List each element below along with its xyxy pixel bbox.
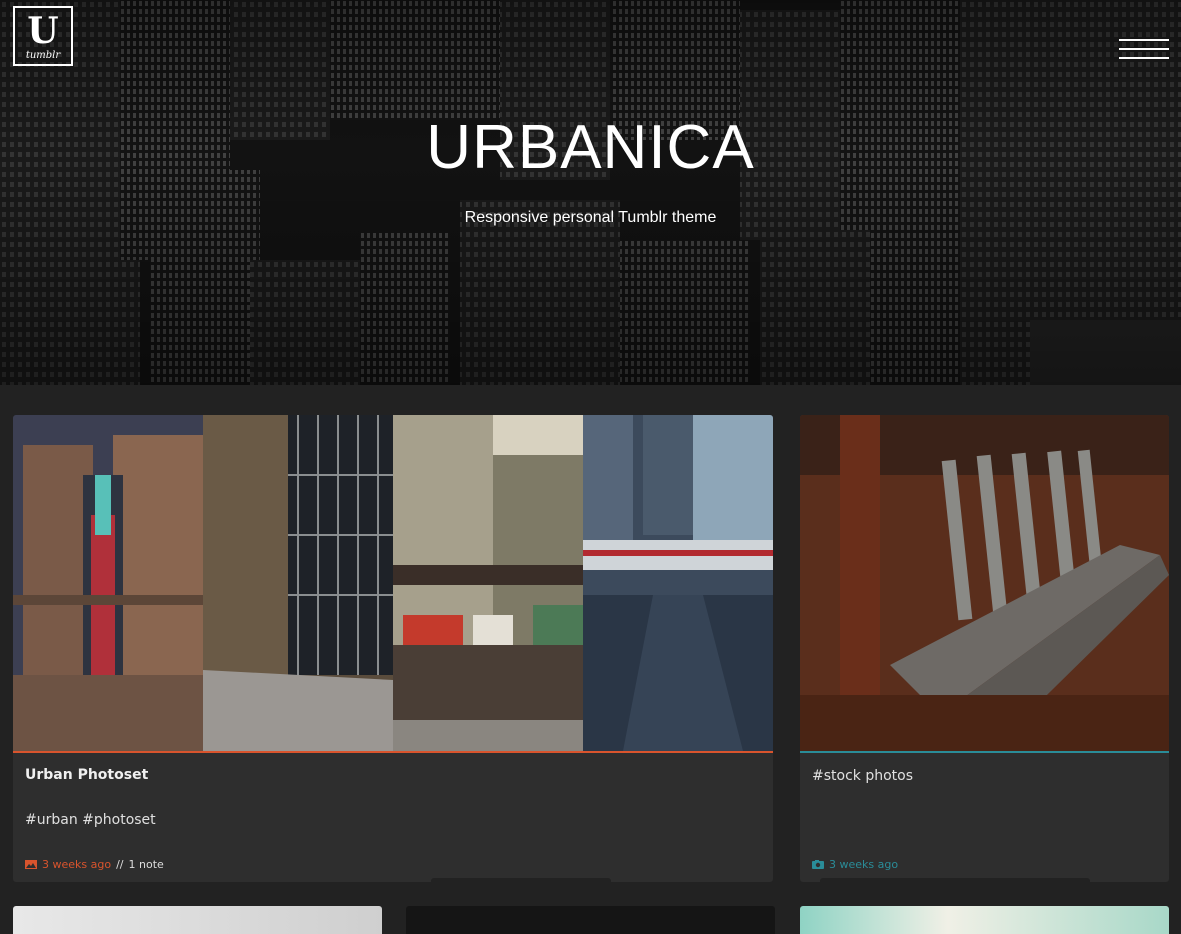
- post-accent-line: [13, 751, 773, 753]
- hero-header: U tumblr URBANICA Responsive personal Tu…: [0, 0, 1181, 385]
- hero-overlay: [0, 0, 1181, 385]
- post-footer-notch: [820, 878, 1090, 882]
- bench-photo[interactable]: [800, 415, 1169, 751]
- post-preview-1[interactable]: [13, 906, 382, 934]
- post-preview-3[interactable]: [800, 906, 1169, 934]
- site-title[interactable]: URBANICA: [0, 112, 1181, 183]
- post-date-link[interactable]: 3 weeks ago: [42, 858, 111, 871]
- photoset-photo-3[interactable]: [393, 415, 583, 751]
- post-tags[interactable]: #stock photos: [812, 768, 913, 784]
- post-meta: 3 weeks ago: [812, 858, 898, 871]
- post-preview-2[interactable]: [406, 906, 775, 934]
- post-meta: 3 weeks ago // 1 note: [25, 858, 164, 871]
- photoset-gallery: [13, 415, 773, 751]
- photo-icon: [25, 860, 37, 869]
- post-footer-notch: [431, 878, 611, 882]
- post-photo: #stock photos 3 weeks ago: [800, 415, 1169, 882]
- site-description: Responsive personal Tumblr theme: [464, 209, 717, 226]
- photoset-photo-4[interactable]: [583, 415, 773, 751]
- logo-letter: U: [27, 10, 59, 52]
- photoset-photo-2[interactable]: [203, 415, 393, 751]
- post-date-link[interactable]: 3 weeks ago: [829, 858, 898, 871]
- post-title[interactable]: Urban Photoset: [25, 767, 148, 783]
- post-tags[interactable]: #urban #photoset: [25, 812, 156, 828]
- hamburger-menu-icon[interactable]: [1119, 39, 1169, 61]
- logo-caption: tumblr: [25, 50, 61, 61]
- post-accent-line: [800, 751, 1169, 753]
- camera-icon: [812, 860, 824, 869]
- tumblr-logo[interactable]: U tumblr: [13, 6, 73, 66]
- post-photoset: Urban Photoset #urban #photoset 3 weeks …: [13, 415, 773, 882]
- photoset-photo-1[interactable]: [13, 415, 203, 751]
- post-notes[interactable]: 1 note: [129, 858, 164, 871]
- meta-separator: //: [116, 858, 124, 871]
